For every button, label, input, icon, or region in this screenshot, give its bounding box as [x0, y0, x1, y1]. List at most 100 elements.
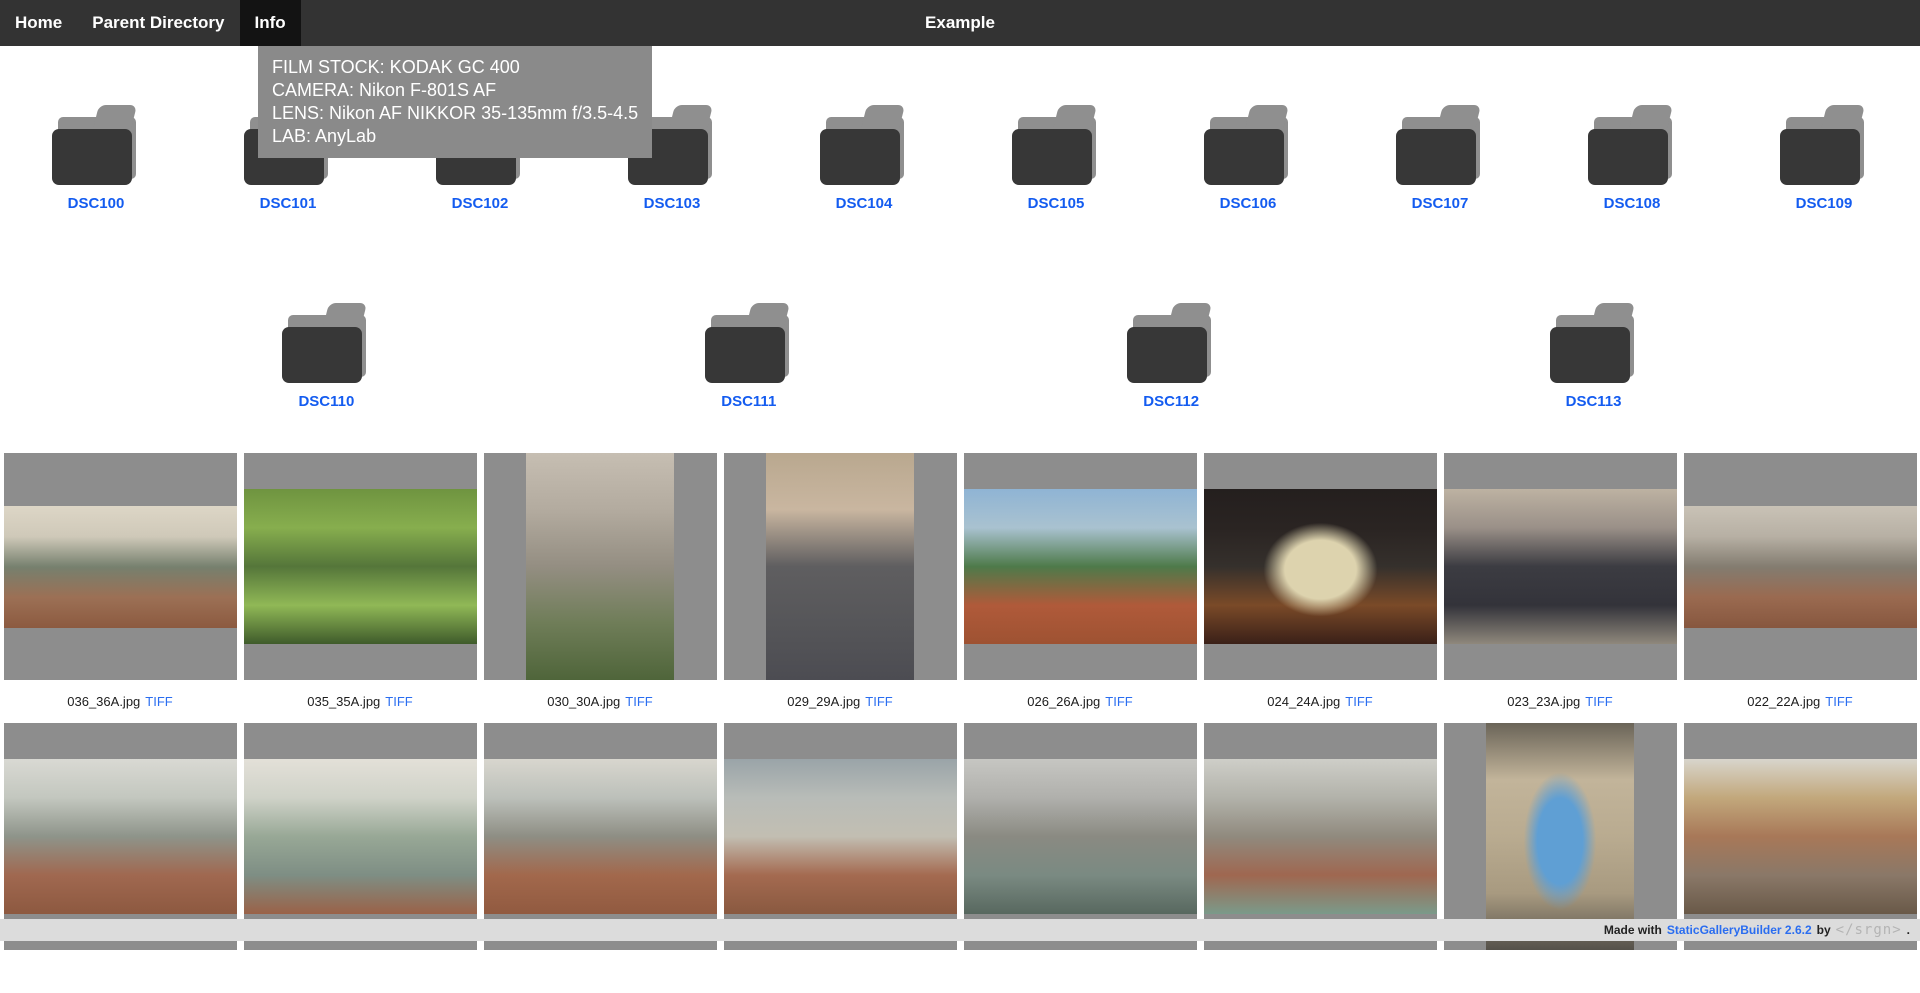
photo-thumbnail[interactable] [244, 759, 477, 914]
folder-icon[interactable] [703, 301, 795, 383]
folder-label[interactable]: DSC104 [836, 195, 893, 212]
photo-thumbnail[interactable] [1204, 759, 1437, 914]
folder-label[interactable]: DSC112 [1143, 393, 1199, 410]
tiff-link[interactable]: TIFF [865, 694, 892, 709]
folder-tab-shape [93, 105, 137, 129]
gallery-item [4, 723, 237, 993]
filename-label: 036_36A.jpg [67, 694, 140, 709]
folder-label[interactable]: DSC110 [298, 393, 354, 410]
thumbnail-caption [244, 950, 477, 993]
folder-tab-shape [1053, 105, 1097, 129]
folder-label[interactable]: DSC111 [721, 393, 776, 410]
tiff-link[interactable]: TIFF [625, 694, 652, 709]
tiff-link[interactable]: TIFF [1345, 694, 1372, 709]
thumbnail-cell [1444, 723, 1677, 950]
folder-icon[interactable] [50, 103, 142, 185]
folder-icon[interactable] [1548, 301, 1640, 383]
folder-item[interactable]: DSC111 [653, 301, 845, 410]
thumbnail-caption [964, 950, 1197, 993]
photo-thumbnail[interactable] [4, 506, 237, 628]
tiff-link[interactable]: TIFF [1105, 694, 1132, 709]
photo-thumbnail[interactable] [964, 489, 1197, 644]
thumbnail-cell [484, 453, 717, 680]
photo-thumbnail[interactable] [4, 759, 237, 914]
tiff-link[interactable]: TIFF [385, 694, 412, 709]
thumbnail-caption: 022_22A.jpg TIFF [1684, 680, 1917, 723]
info-tooltip: FILM STOCK: KODAK GC 400 CAMERA: Nikon F… [258, 46, 652, 158]
tiff-link[interactable]: TIFF [1825, 694, 1852, 709]
thumbnail-row-1: 036_36A.jpg TIFF 035_35A.jpg TIFF 030_30… [0, 453, 1920, 723]
folder-item[interactable]: DSC100 [0, 103, 192, 212]
thumbnail-cell [1204, 453, 1437, 680]
folder-label[interactable]: DSC113 [1566, 393, 1622, 410]
gallery-item [724, 723, 957, 993]
photo-thumbnail[interactable] [484, 759, 717, 914]
info-film-stock: FILM STOCK: KODAK GC 400 [272, 56, 638, 79]
photo-thumbnail[interactable] [1684, 759, 1917, 914]
footer-srgn-logo[interactable]: </srgn> [1836, 922, 1902, 938]
footer-builder-link[interactable]: StaticGalleryBuilder 2.6.2 [1667, 923, 1812, 937]
thumbnail-caption [724, 950, 957, 993]
photo-thumbnail[interactable] [1486, 723, 1634, 950]
folder-item[interactable]: DSC107 [1344, 103, 1536, 212]
folder-icon[interactable] [1125, 301, 1217, 383]
thumbnail-cell [724, 723, 957, 950]
photo-thumbnail[interactable] [964, 759, 1197, 914]
thumbnail-cell [1444, 453, 1677, 680]
folder-label[interactable]: DSC103 [644, 195, 701, 212]
folder-icon[interactable] [1586, 103, 1678, 185]
tiff-link[interactable]: TIFF [145, 694, 172, 709]
folder-item[interactable]: DSC112 [1075, 301, 1267, 410]
gallery-item [1684, 723, 1917, 993]
folder-item[interactable]: DSC104 [768, 103, 960, 212]
folder-icon[interactable] [280, 301, 372, 383]
folder-item[interactable]: DSC106 [1152, 103, 1344, 212]
folder-tab-shape [861, 105, 905, 129]
nav-item-parent-directory[interactable]: Parent Directory [77, 0, 239, 46]
folder-label[interactable]: DSC102 [452, 195, 509, 212]
folder-icon[interactable] [1010, 103, 1102, 185]
thumbnail-caption: 024_24A.jpg TIFF [1204, 680, 1437, 723]
thumbnail-cell [4, 453, 237, 680]
photo-thumbnail[interactable] [1684, 506, 1917, 628]
folder-item[interactable]: DSC113 [1498, 301, 1690, 410]
tiff-link[interactable]: TIFF [1585, 694, 1612, 709]
thumbnail-cell [724, 453, 957, 680]
thumbnail-cell [484, 723, 717, 950]
folder-icon[interactable] [818, 103, 910, 185]
info-lens: LENS: Nikon AF NIKKOR 35-135mm f/3.5-4.5 [272, 102, 638, 125]
gallery-item: 023_23A.jpg TIFF [1444, 453, 1677, 723]
photo-thumbnail[interactable] [244, 489, 477, 644]
footer-made-with-text: Made with [1604, 923, 1662, 937]
photo-thumbnail[interactable] [526, 453, 674, 680]
folder-icon[interactable] [1202, 103, 1294, 185]
gallery-item [484, 723, 717, 993]
thumbnail-caption: 026_26A.jpg TIFF [964, 680, 1197, 723]
gallery-item [964, 723, 1197, 993]
folder-item[interactable]: DSC108 [1536, 103, 1728, 212]
nav-item-home[interactable]: Home [0, 0, 77, 46]
folder-label[interactable]: DSC109 [1796, 195, 1853, 212]
folder-item[interactable]: DSC105 [960, 103, 1152, 212]
folder-front-shape [1204, 129, 1284, 185]
photo-thumbnail[interactable] [724, 759, 957, 914]
folder-front-shape [282, 327, 362, 383]
thumbnail-caption [484, 950, 717, 993]
folder-item[interactable]: DSC109 [1728, 103, 1920, 212]
folder-label[interactable]: DSC106 [1220, 195, 1277, 212]
folder-label[interactable]: DSC101 [260, 195, 317, 212]
nav-item-info[interactable]: Info [240, 0, 301, 46]
thumbnail-cell [964, 723, 1197, 950]
folder-label[interactable]: DSC100 [68, 195, 125, 212]
folder-icon[interactable] [1778, 103, 1870, 185]
filename-label: 026_26A.jpg [1027, 694, 1100, 709]
folder-front-shape [1127, 327, 1207, 383]
folder-label[interactable]: DSC107 [1412, 195, 1469, 212]
folder-icon[interactable] [1394, 103, 1486, 185]
photo-thumbnail[interactable] [1204, 489, 1437, 644]
folder-item[interactable]: DSC110 [230, 301, 422, 410]
photo-thumbnail[interactable] [766, 453, 914, 680]
folder-label[interactable]: DSC105 [1028, 195, 1085, 212]
folder-label[interactable]: DSC108 [1604, 195, 1661, 212]
photo-thumbnail[interactable] [1444, 489, 1677, 644]
